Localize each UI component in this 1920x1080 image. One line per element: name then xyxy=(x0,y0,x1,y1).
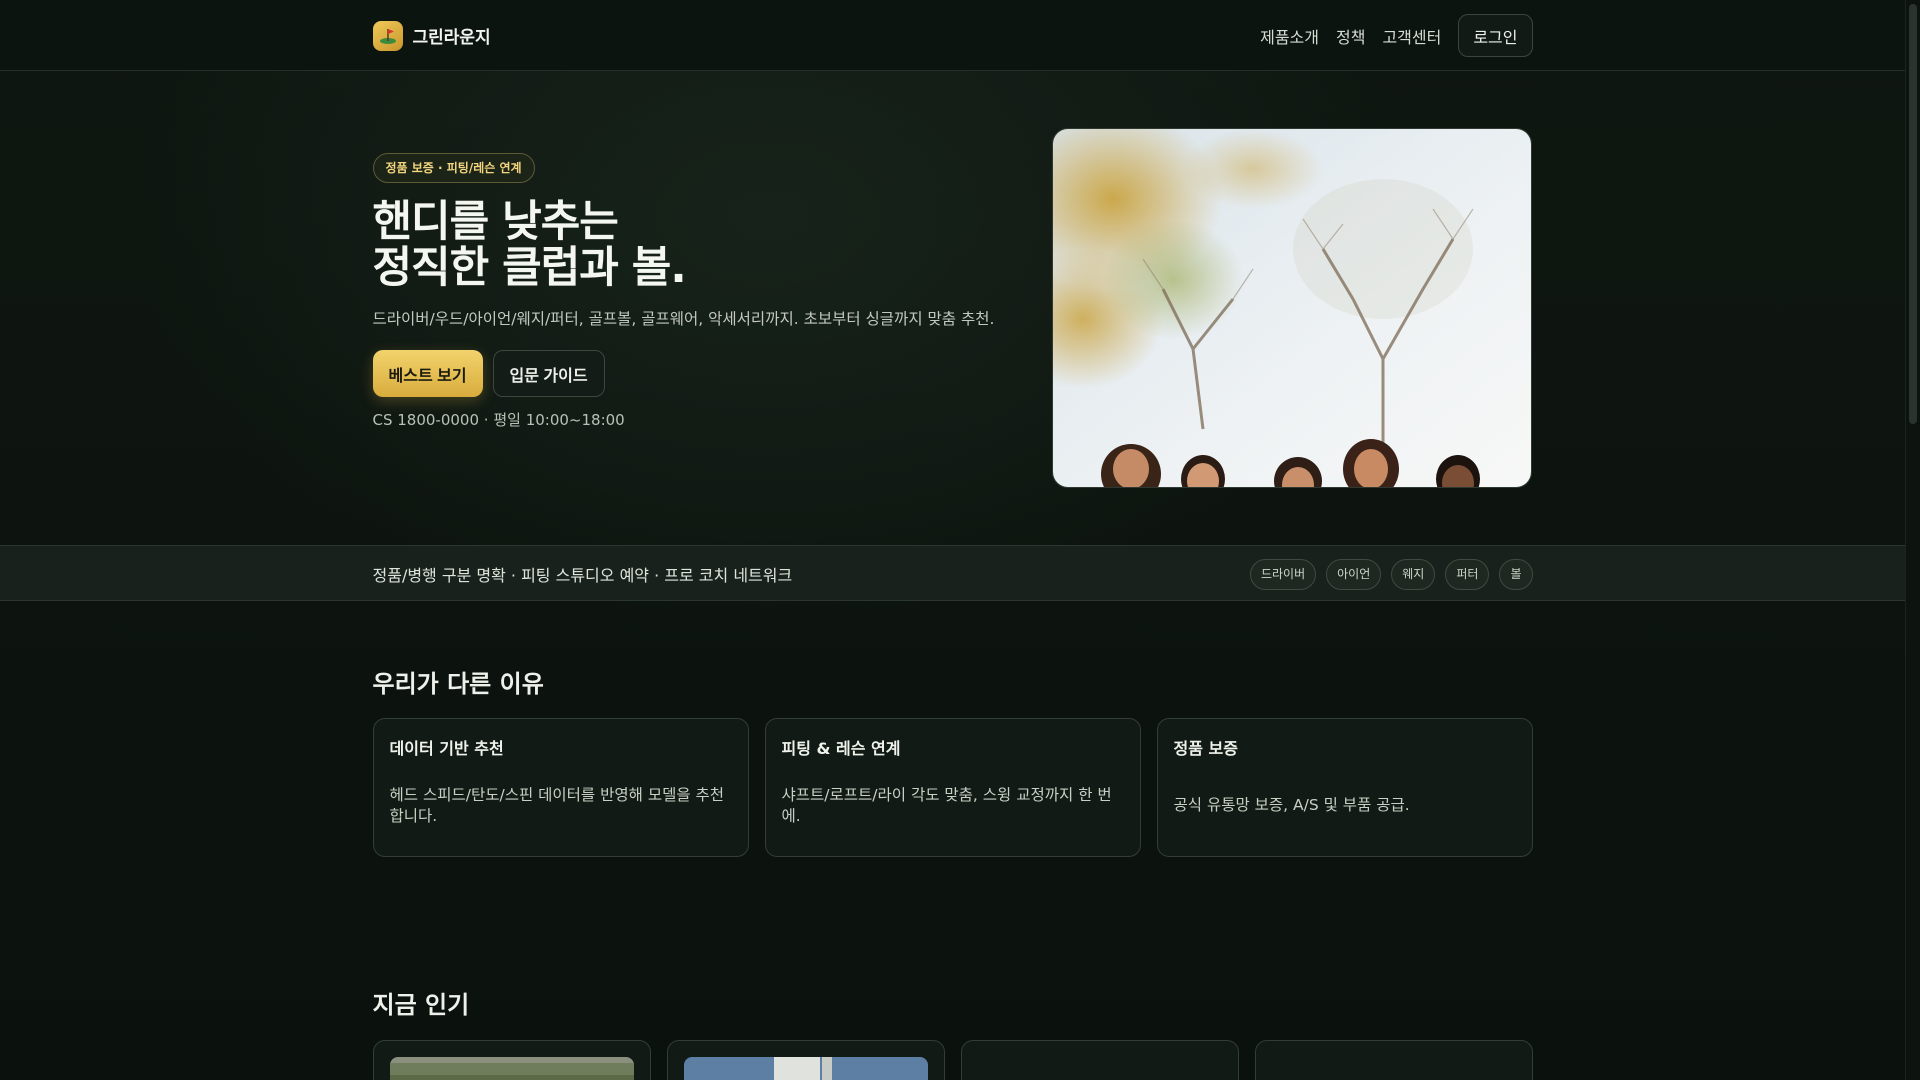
tag-putter[interactable]: 퍼터 xyxy=(1445,558,1490,590)
golf-flag-logo-icon xyxy=(372,20,403,51)
product-thumbnail-grass xyxy=(389,1057,634,1080)
feature-card-title: 데이터 기반 추천 xyxy=(389,739,504,758)
feature-card-genuine-warranty: 정품 보증 공식 유통망 보증, A/S 및 부품 공급. xyxy=(1156,718,1533,857)
hero-section: 정품 보증 · 피팅/레슨 연계 핸디를 낮추는 정직한 클럽과 볼. 드라이버… xyxy=(0,71,1905,545)
feature-card-body: 공식 유통망 보증, A/S 및 부품 공급. xyxy=(1173,796,1410,814)
feature-card-body: 헤드 스피드/탄도/스핀 데이터를 반영해 모델을 추천합니다. xyxy=(389,786,725,825)
feature-strip-text: 정품/병행 구분 명확 · 피팅 스튜디오 예약 · 프로 코치 네트워크 xyxy=(372,566,793,585)
nav-link-products[interactable]: 제품소개 xyxy=(1260,24,1319,48)
hero-description: 드라이버/우드/아이언/웨지/퍼터, 골프볼, 골프웨어, 악세서리까지. 초보… xyxy=(372,310,995,328)
hero-badge: 정품 보증 · 피팅/레슨 연계 xyxy=(372,153,535,183)
feature-card-title: 정품 보증 xyxy=(1173,739,1238,758)
top-navigation-bar: 그린라운지 제품소개 정책 고객센터 로그인 xyxy=(0,0,1905,71)
hero-title: 핸디를 낮추는 정직한 클럽과 볼. xyxy=(373,199,1023,291)
feature-card-fitting-lesson: 피팅 & 레슨 연계 샤프트/로프트/라이 각도 맞춤, 스윙 교정까지 한 번… xyxy=(764,718,1141,857)
hero-title-line-1: 핸디를 낮추는 xyxy=(372,197,619,247)
beginner-guide-button[interactable]: 입문 가이드 xyxy=(492,350,605,397)
nav-link-support[interactable]: 고객센터 xyxy=(1382,24,1441,48)
product-card[interactable] xyxy=(1254,1040,1533,1080)
main-nav: 제품소개 정책 고객센터 로그인 xyxy=(1260,14,1533,57)
brand[interactable]: 그린라운지 xyxy=(372,20,491,51)
nav-link-policy[interactable]: 정책 xyxy=(1336,24,1365,48)
category-tags: 드라이버 아이언 웨지 퍼터 볼 xyxy=(1249,558,1533,590)
popular-title: 지금 인기 xyxy=(372,991,470,1019)
customer-service-info: CS 1800-0000 · 평일 10:00~18:00 xyxy=(372,411,625,429)
product-thumbnail-golfer xyxy=(683,1057,928,1080)
why-us-cards: 데이터 기반 추천 헤드 스피드/탄도/스핀 데이터를 반영해 모델을 추천합니… xyxy=(372,718,1533,857)
scrollbar-thumb[interactable] xyxy=(1909,4,1917,424)
best-view-button[interactable]: 베스트 보기 xyxy=(372,350,483,397)
tag-ball[interactable]: 볼 xyxy=(1499,558,1533,590)
feature-card-body: 샤프트/로프트/라이 각도 맞춤, 스윙 교정까지 한 번에. xyxy=(781,786,1112,825)
hero-title-line-2: 정직한 클럽과 볼. xyxy=(372,243,687,293)
tag-wedge[interactable]: 웨지 xyxy=(1391,558,1436,590)
page-scrollbar[interactable] xyxy=(1905,0,1920,1080)
tag-driver[interactable]: 드라이버 xyxy=(1249,558,1317,590)
hero-actions: 베스트 보기 입문 가이드 xyxy=(372,350,1023,397)
popular-section: 지금 인기 xyxy=(0,857,1905,1080)
hero-image-people-under-tree xyxy=(1051,128,1532,488)
tag-iron[interactable]: 아이언 xyxy=(1326,558,1382,590)
popular-product-cards xyxy=(372,1040,1533,1080)
product-card[interactable] xyxy=(960,1040,1239,1080)
login-button[interactable]: 로그인 xyxy=(1458,14,1533,57)
page: 그린라운지 제품소개 정책 고객센터 로그인 정품 보증 · 피팅/레슨 연계 … xyxy=(0,0,1905,1080)
brand-name: 그린라운지 xyxy=(412,28,491,48)
feature-card-title: 피팅 & 레슨 연계 xyxy=(781,739,901,758)
why-us-section: 우리가 다른 이유 데이터 기반 추천 헤드 스피드/탄도/스핀 데이터를 반영… xyxy=(0,601,1905,857)
feature-card-data-recommendation: 데이터 기반 추천 헤드 스피드/탄도/스핀 데이터를 반영해 모델을 추천합니… xyxy=(372,718,749,857)
why-us-title: 우리가 다른 이유 xyxy=(372,670,544,698)
hero-content: 정품 보증 · 피팅/레슨 연계 핸디를 낮추는 정직한 클럽과 볼. 드라이버… xyxy=(372,153,1023,430)
product-card[interactable] xyxy=(372,1040,651,1080)
product-card[interactable] xyxy=(666,1040,945,1080)
feature-strip: 정품/병행 구분 명확 · 피팅 스튜디오 예약 · 프로 코치 네트워크 드라… xyxy=(0,545,1905,601)
